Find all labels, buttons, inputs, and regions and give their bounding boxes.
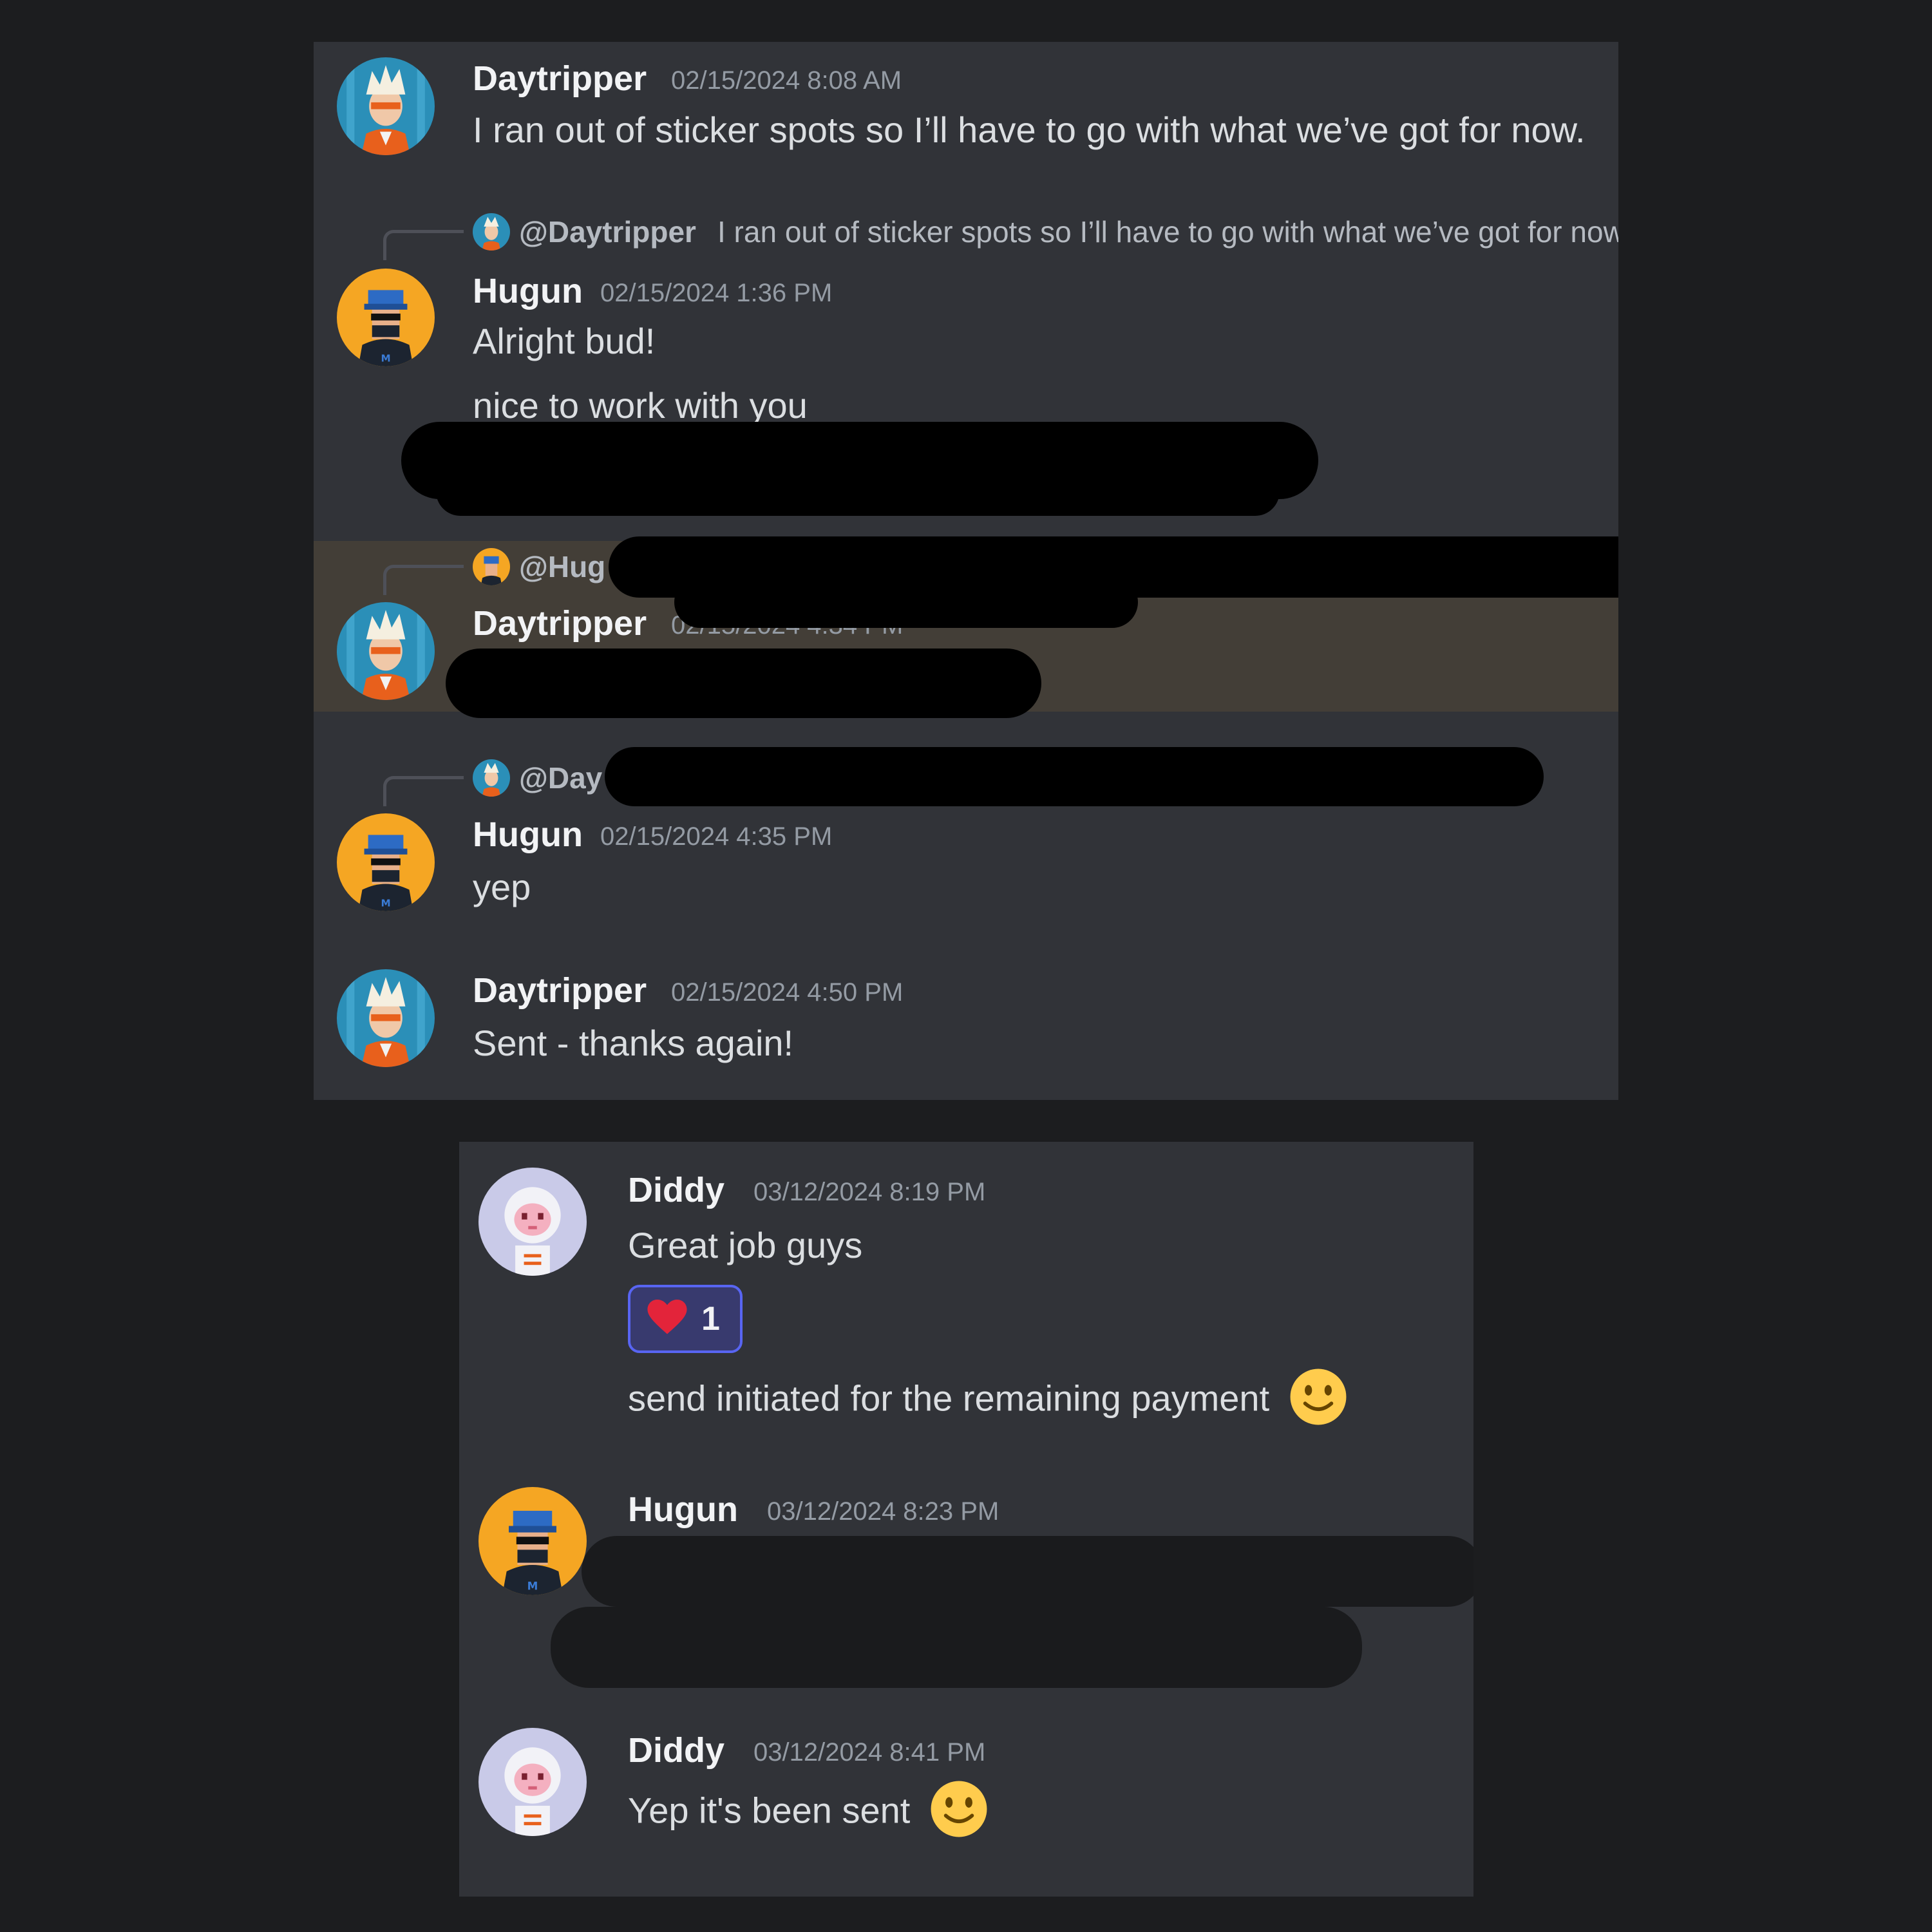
slight-smile-icon — [929, 1779, 989, 1847]
timestamp: 03/12/2024 8:19 PM — [753, 1178, 986, 1206]
message-text: Great job guys — [628, 1225, 863, 1265]
redaction-mark — [582, 1536, 1473, 1607]
message-text: Sent - thanks again! — [473, 1023, 794, 1063]
redaction-mark — [551, 1607, 1362, 1688]
hugun-avatar[interactable]: M — [337, 269, 435, 366]
diddy-avatar[interactable] — [478, 1728, 587, 1836]
daytripper-avatar[interactable] — [337, 602, 435, 700]
chat-panel-bottom: Diddy 03/12/2024 8:19 PM Great job guys … — [459, 1142, 1473, 1897]
author-name[interactable]: Daytripper — [473, 603, 647, 643]
reply-spine — [383, 776, 464, 806]
redaction-mark — [446, 649, 1041, 718]
reply-author[interactable]: @Day — [519, 761, 602, 795]
message-text: Yep it's been sent — [628, 1779, 989, 1847]
timestamp: 03/12/2024 8:41 PM — [753, 1738, 986, 1766]
timestamp: 02/15/2024 4:35 PM — [600, 822, 833, 851]
author-name[interactable]: Diddy — [628, 1730, 724, 1770]
daytripper-avatar[interactable] — [337, 57, 435, 155]
author-name[interactable]: Daytripper — [473, 971, 647, 1010]
daytripper-avatar[interactable] — [337, 969, 435, 1067]
message-text-content: Yep it's been sent — [628, 1790, 911, 1831]
timestamp: 02/15/2024 4:50 PM — [671, 978, 904, 1007]
message-text: I ran out of sticker spots so I’ll have … — [473, 109, 1586, 150]
author-name[interactable]: Diddy — [628, 1170, 724, 1210]
message-text: Alright bud! — [473, 321, 656, 361]
timestamp: 03/12/2024 8:23 PM — [767, 1497, 999, 1526]
reaction-heart[interactable]: 1 — [628, 1285, 743, 1353]
svg-text:M: M — [381, 897, 390, 909]
hugun-avatar[interactable]: M — [478, 1487, 587, 1595]
reply-avatar-daytripper — [473, 759, 510, 797]
hugun-avatar[interactable]: M — [337, 813, 435, 911]
diddy-avatar[interactable] — [478, 1168, 587, 1276]
timestamp: 02/15/2024 8:08 AM — [671, 66, 902, 95]
author-name[interactable]: Hugun — [473, 271, 583, 311]
svg-text:M: M — [381, 352, 390, 364]
reply-author[interactable]: @Hug — [519, 549, 605, 584]
reaction-count: 1 — [701, 1300, 720, 1338]
slight-smile-icon — [1289, 1367, 1348, 1435]
redaction-mark — [436, 467, 1280, 516]
message-text-2: send initiated for the remaining payment — [628, 1378, 1270, 1419]
svg-text:M: M — [527, 1580, 538, 1593]
author-name[interactable]: Hugun — [473, 815, 583, 855]
reply-spine — [383, 230, 464, 260]
author-name[interactable]: Hugun — [628, 1490, 738, 1530]
reply-spine — [383, 565, 464, 595]
timestamp: 02/15/2024 1:36 PM — [600, 279, 833, 307]
message-text: send initiated for the remaining payment — [628, 1367, 1348, 1435]
chat-panel-top: Daytripper 02/15/2024 8:08 AM I ran out … — [314, 42, 1618, 1100]
author-name[interactable]: Daytripper — [473, 59, 647, 99]
reply-preview-text[interactable]: I ran out of sticker spots so I’ll have … — [717, 214, 1618, 249]
reply-avatar-hugun — [473, 548, 510, 585]
message-text: nice to work with you — [473, 385, 808, 426]
reply-author[interactable]: @Daytripper — [519, 214, 696, 249]
reply-avatar-daytripper — [473, 213, 510, 251]
redaction-mark — [674, 576, 1138, 628]
redaction-mark — [605, 747, 1544, 806]
message-text: yep — [473, 867, 531, 907]
heart-icon — [647, 1299, 687, 1339]
